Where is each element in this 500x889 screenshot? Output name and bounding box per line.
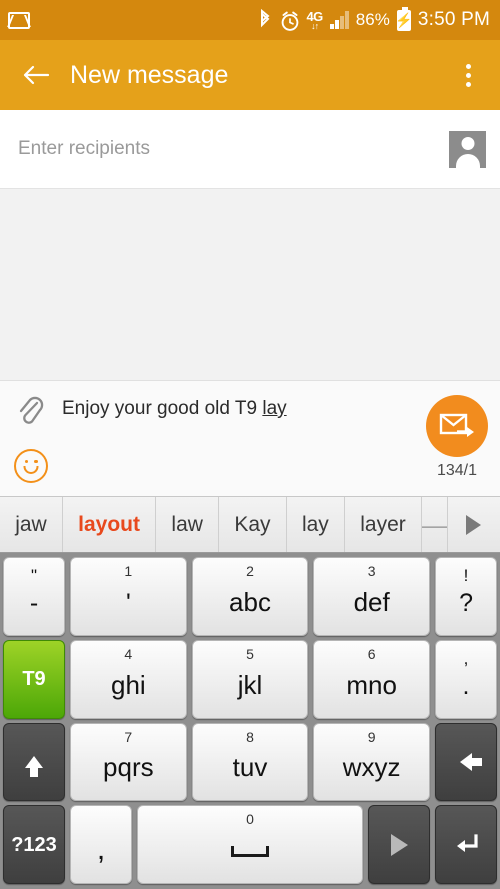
keyboard-row: " - 1 ' 2 abc 3 def ! ? [3, 557, 498, 636]
key-sub-label: 3 [367, 563, 376, 579]
compose-bar: Enjoy your good old T9 lay 134/1 [0, 380, 500, 496]
key-t9[interactable]: T9 [3, 639, 65, 719]
recipients-input[interactable]: Enter recipients [18, 138, 150, 160]
key-backspace[interactable] [435, 722, 498, 802]
paperclip-icon[interactable] [16, 395, 46, 429]
status-bar: 4G ↓↑ 86% ⚡ 3:50 PM [0, 0, 500, 40]
bluetooth-icon [258, 9, 272, 31]
send-area: 134/1 [426, 395, 488, 480]
send-message-icon[interactable] [426, 395, 488, 457]
signal-bars-icon [329, 11, 349, 29]
key-4[interactable]: 4 ghi [70, 639, 187, 719]
smiley-icon[interactable] [14, 449, 48, 483]
back-button[interactable] [16, 55, 56, 95]
key-main-label: - [29, 588, 39, 617]
key-sub-label: , [463, 648, 469, 668]
key-sub-label: 0 [246, 811, 254, 828]
overflow-menu-icon[interactable] [452, 55, 484, 95]
key-sub-label: 5 [246, 645, 254, 662]
suggestion-item-truncated[interactable]: ⸺ [422, 497, 448, 552]
keyboard-row: 7 pqrs 8 tuv 9 wxyz [3, 722, 498, 802]
key-sub-label: 1 [124, 563, 133, 579]
key-main-label: ghi [110, 669, 146, 700]
contact-picker-icon[interactable] [449, 130, 486, 168]
clock-label: 3:50 PM [417, 9, 490, 30]
key-main-label: ? [459, 588, 473, 617]
key-main-label: tuv [232, 752, 268, 783]
key-6[interactable]: 6 mno [313, 639, 431, 719]
compose-icon-column [0, 391, 62, 496]
key-shift[interactable] [3, 722, 65, 802]
message-committed-text: Enjoy your good old T9 [62, 398, 263, 419]
key-symbols[interactable]: ?123 [3, 805, 65, 884]
message-composing-text: lay [262, 398, 287, 419]
key-8[interactable]: 8 tuv [191, 722, 309, 802]
alarm-icon [279, 10, 299, 31]
suggestion-item[interactable]: law [156, 497, 220, 552]
key-exclaim-question[interactable]: ! ? [435, 557, 498, 636]
key-sub-label: 2 [246, 563, 254, 579]
key-main-label: mno [346, 669, 397, 700]
key-sub-label: 9 [367, 728, 376, 745]
key-9[interactable]: 9 wxyz [313, 722, 431, 802]
key-main-label: jkl [237, 669, 263, 700]
battery-percent-label: 86% [355, 10, 390, 29]
suggestion-item[interactable]: layer [345, 497, 422, 552]
suggestion-item-selected[interactable]: layout [63, 497, 157, 552]
gmail-icon [8, 11, 30, 29]
key-1[interactable]: 1 ' [70, 557, 187, 636]
t9-keyboard: " - 1 ' 2 abc 3 def ! ? T9 4 ghi 5 jkl 6… [0, 553, 500, 889]
key-main-label: ' [125, 588, 131, 617]
key-main-label: pqrs [103, 752, 154, 783]
key-sub-label: " [30, 566, 38, 585]
app-bar: New message [0, 40, 500, 110]
keyboard-row: T9 4 ghi 5 jkl 6 mno , . [3, 639, 498, 719]
key-comma-period[interactable]: , . [435, 639, 498, 719]
network-type-icon: 4G ↓↑ [306, 10, 323, 31]
enter-arrow-icon [451, 832, 481, 858]
key-main-label: T9 [22, 668, 46, 691]
suggestion-item[interactable]: jaw [0, 497, 63, 552]
key-sub-label: 8 [246, 728, 254, 745]
phone-screen: 4G ↓↑ 86% ⚡ 3:50 PM New message Enter re… [0, 0, 500, 889]
key-sub-label: 6 [367, 645, 376, 662]
key-main-label: , [96, 832, 106, 866]
key-2[interactable]: 2 abc [191, 557, 309, 636]
key-main-label: ?123 [11, 833, 57, 856]
network-arrows: ↓↑ [311, 20, 319, 31]
status-bar-left [8, 11, 30, 29]
spacebar-glyph [231, 846, 269, 858]
message-body-area[interactable] [0, 188, 500, 380]
key-space[interactable]: 0 [137, 805, 363, 884]
battery-charging-icon: ⚡ [395, 6, 413, 31]
key-comma[interactable]: , [70, 805, 132, 884]
suggestion-item[interactable]: Kay [219, 497, 287, 552]
key-sub-label: 4 [124, 645, 133, 662]
suggestion-item[interactable]: lay [287, 497, 346, 552]
character-counter: 134/1 [436, 462, 478, 479]
key-main-label: def [353, 586, 390, 617]
shift-arrow-icon [25, 755, 43, 777]
key-main-label: . [462, 671, 470, 700]
key-main-label: wxyz [342, 752, 401, 783]
keyboard-row: ?123 , 0 [3, 805, 497, 884]
page-title: New message [70, 60, 229, 89]
key-enter[interactable] [435, 805, 497, 884]
key-quote-dash[interactable]: " - [3, 557, 65, 636]
expand-suggestions-icon[interactable] [448, 497, 500, 552]
status-bar-right: 4G ↓↑ 86% ⚡ 3:50 PM [258, 6, 490, 31]
key-7[interactable]: 7 pqrs [70, 722, 187, 802]
key-sub-label: 7 [124, 728, 133, 745]
next-arrow-icon [390, 833, 408, 856]
key-main-label: abc [229, 586, 271, 617]
key-5[interactable]: 5 jkl [191, 639, 309, 719]
key-3[interactable]: 3 def [313, 557, 431, 636]
key-sub-label: ! [463, 566, 469, 585]
backspace-arrow-icon [460, 752, 483, 771]
recipients-row: Enter recipients [0, 110, 500, 188]
suggestion-bar: jaw layout law Kay lay layer ⸺ [0, 496, 500, 553]
key-next[interactable] [368, 805, 430, 884]
